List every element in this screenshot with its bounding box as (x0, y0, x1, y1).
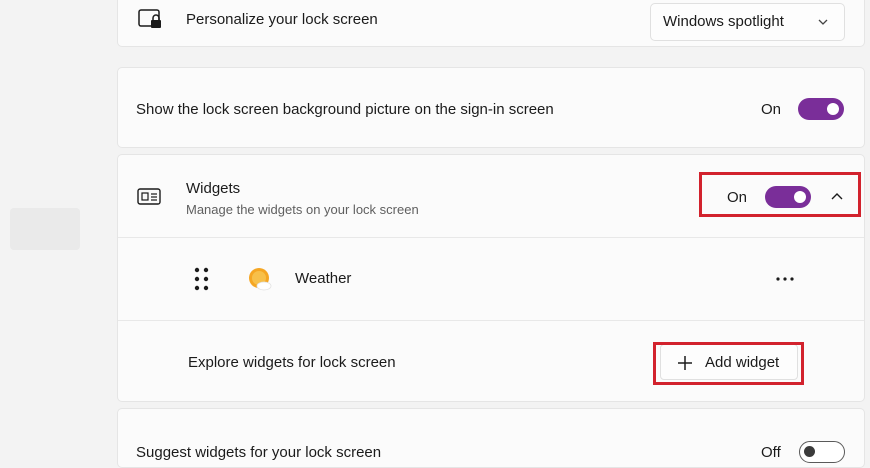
lock-screen-icon (138, 9, 161, 28)
highlight-add-widget (653, 342, 804, 385)
signin-background-label: Show the lock screen background picture … (136, 101, 554, 118)
suggest-widgets-state: Off (761, 444, 781, 461)
signin-background-toggle[interactable] (798, 98, 844, 120)
lock-screen-background-dropdown[interactable]: Windows spotlight (650, 3, 845, 41)
toggle-knob (827, 103, 839, 115)
widget-list-item[interactable]: Weather (118, 238, 864, 320)
toggle-knob (804, 446, 815, 457)
highlight-widgets-toggle (699, 172, 861, 217)
explore-widgets-label: Explore widgets for lock screen (188, 354, 396, 371)
dropdown-value: Windows spotlight (663, 13, 784, 30)
suggest-widgets-label: Suggest widgets for your lock screen (136, 444, 382, 461)
personalize-label: Personalize your lock screen (186, 11, 378, 28)
signin-background-state: On (761, 101, 782, 118)
widgets-title: Widgets (186, 180, 241, 197)
chevron-down-icon (818, 19, 828, 25)
suggest-widgets-card: Suggest widgets for your lock screen Off (117, 408, 865, 468)
widgets-subtitle: Manage the widgets on your lock screen (186, 202, 419, 217)
navigation-pane (0, 0, 104, 459)
more-options-icon[interactable] (775, 276, 795, 282)
widgets-icon (137, 188, 161, 205)
widget-item-name: Weather (295, 270, 352, 287)
nav-selected-item[interactable] (10, 208, 80, 250)
signin-background-card: Show the lock screen background picture … (117, 67, 865, 148)
weather-icon (249, 268, 272, 291)
suggest-widgets-toggle[interactable] (799, 441, 845, 463)
drag-handle-icon[interactable] (193, 266, 211, 292)
personalize-lock-screen-card: Personalize your lock screen Windows spo… (117, 0, 865, 47)
